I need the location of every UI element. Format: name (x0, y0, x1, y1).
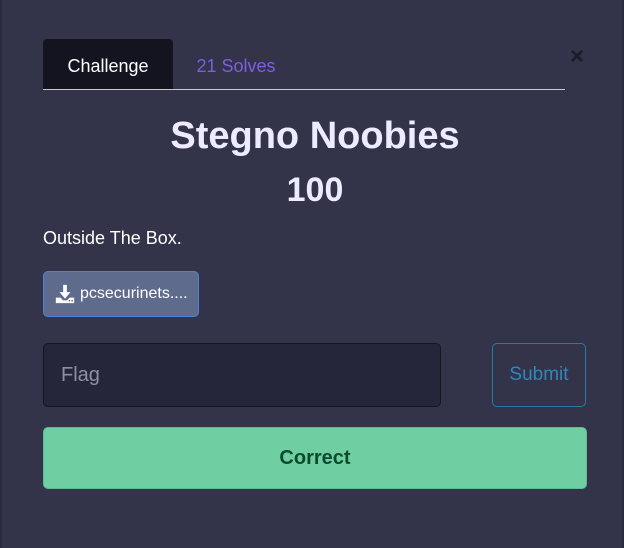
tab-challenge[interactable]: Challenge (43, 39, 173, 89)
result-alert-correct: Correct (43, 427, 587, 489)
challenge-name: Stegno Noobies (170, 115, 460, 157)
file-download-label: pcsecurinets.... (80, 285, 188, 302)
close-icon[interactable]: × (566, 44, 588, 70)
tab-solves[interactable]: 21 Solves (174, 39, 298, 89)
challenge-points: 100 (286, 171, 344, 209)
challenge-modal: × Challenge 21 Solves Stegno Noobies 100… (2, 0, 622, 548)
file-download-button[interactable]: pcsecurinets.... (43, 271, 199, 317)
challenge-description: Outside The Box. (43, 228, 182, 248)
flag-input[interactable] (43, 343, 441, 407)
challenge-tabs: Challenge 21 Solves (43, 39, 565, 90)
download-icon (55, 284, 75, 304)
submit-button[interactable]: Submit (492, 343, 586, 407)
